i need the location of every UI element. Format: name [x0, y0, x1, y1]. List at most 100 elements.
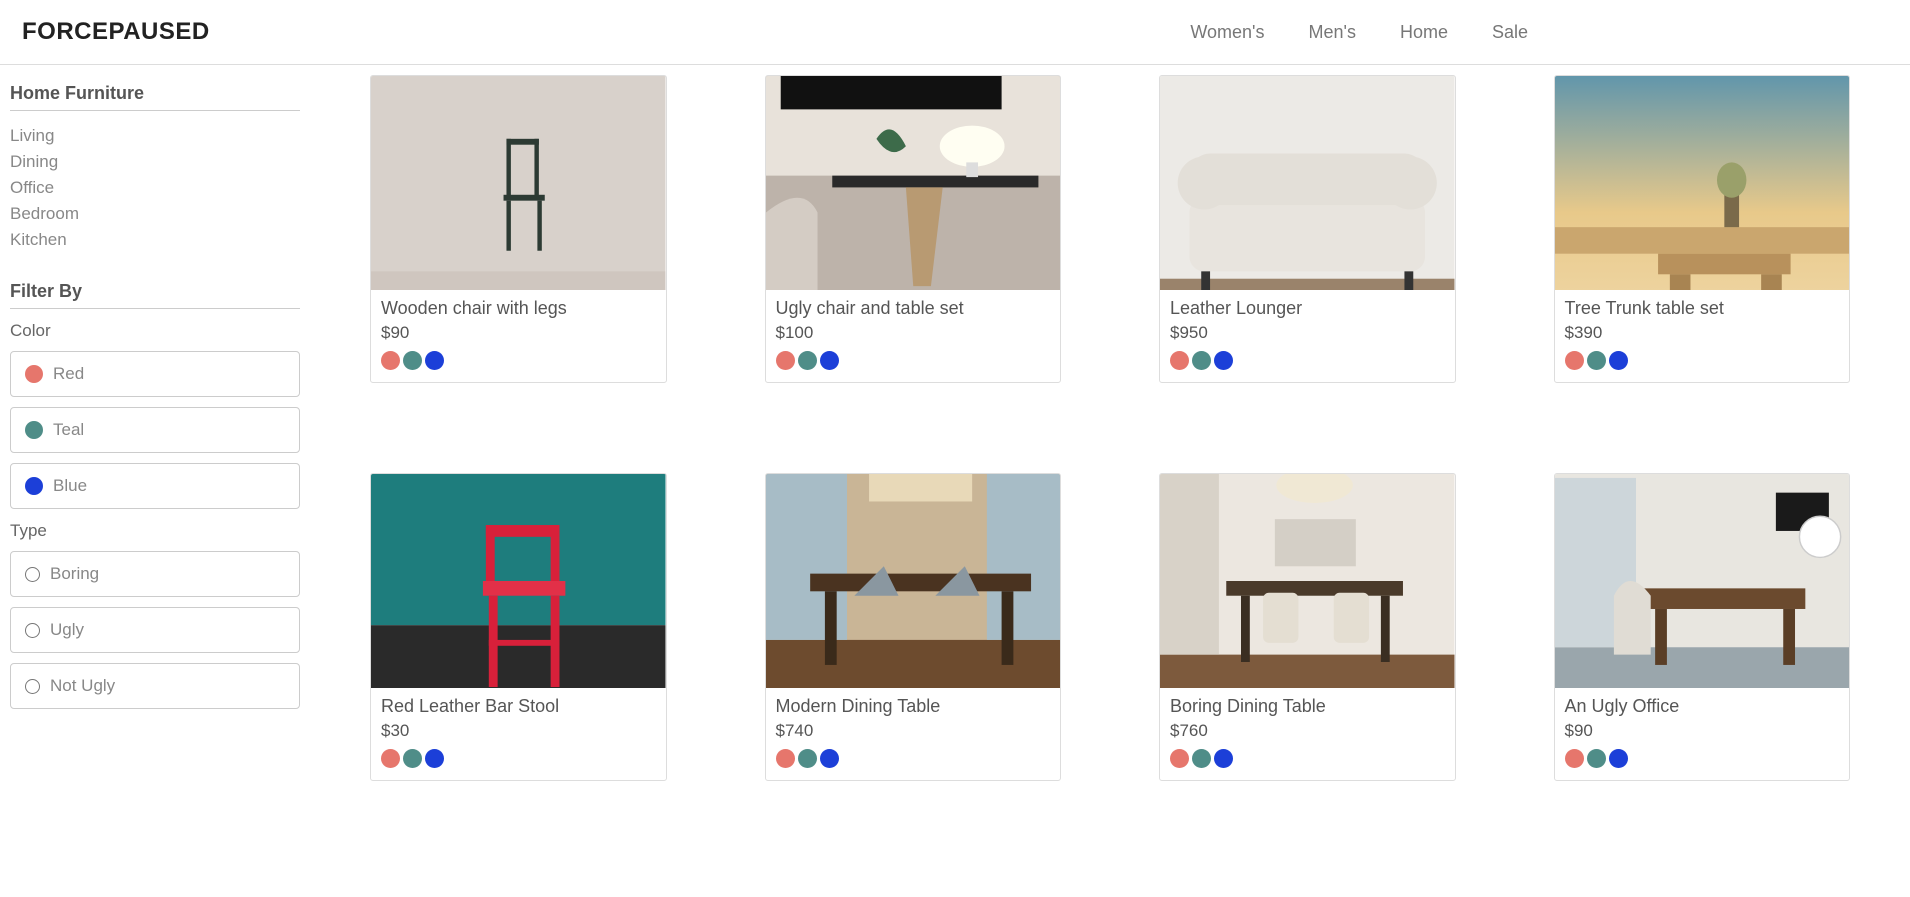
product-price: $740 — [776, 721, 1051, 741]
product-price: $100 — [776, 323, 1051, 343]
product-swatches — [776, 351, 1051, 370]
product-price: $760 — [1170, 721, 1445, 741]
category-bedroom[interactable]: Bedroom — [10, 201, 300, 227]
color-swatch[interactable] — [1609, 749, 1628, 768]
product-body: Modern Dining Table $740 — [766, 688, 1061, 780]
nav-link-sale[interactable]: Sale — [1492, 22, 1528, 43]
color-swatch[interactable] — [1214, 749, 1233, 768]
color-swatch[interactable] — [381, 351, 400, 370]
type-filter-boring[interactable]: Boring — [10, 551, 300, 597]
color-swatch[interactable] — [1192, 351, 1211, 370]
product-body: An Ugly Office $90 — [1555, 688, 1850, 780]
sidebar: Home Furniture Living Dining Office Bedr… — [0, 65, 310, 811]
product-swatches — [381, 749, 656, 768]
product-image — [1555, 76, 1850, 290]
color-swatch[interactable] — [820, 749, 839, 768]
color-swatch[interactable] — [425, 351, 444, 370]
product-title: Ugly chair and table set — [776, 298, 1051, 319]
color-swatch[interactable] — [1587, 351, 1606, 370]
color-swatch[interactable] — [403, 351, 422, 370]
color-filter-label: Blue — [53, 476, 87, 496]
color-swatch[interactable] — [1214, 351, 1233, 370]
product-price: $950 — [1170, 323, 1445, 343]
product-body: Wooden chair with legs $90 — [371, 290, 666, 382]
type-filter-label: Ugly — [50, 620, 84, 640]
color-filter-blue[interactable]: Blue — [10, 463, 300, 509]
color-swatch[interactable] — [820, 351, 839, 370]
category-dining[interactable]: Dining — [10, 149, 300, 175]
product-card[interactable]: Wooden chair with legs $90 — [370, 75, 667, 383]
product-title: An Ugly Office — [1565, 696, 1840, 717]
color-swatch[interactable] — [1609, 351, 1628, 370]
type-radio[interactable] — [25, 567, 40, 582]
product-body: Tree Trunk table set $390 — [1555, 290, 1850, 382]
product-card[interactable]: Tree Trunk table set $390 — [1554, 75, 1851, 383]
product-title: Tree Trunk table set — [1565, 298, 1840, 319]
color-filter-label: Teal — [53, 420, 84, 440]
product-image — [371, 474, 666, 688]
product-swatches — [1170, 749, 1445, 768]
color-filter-red[interactable]: Red — [10, 351, 300, 397]
color-swatch[interactable] — [1170, 351, 1189, 370]
product-price: $90 — [381, 323, 656, 343]
product-card[interactable]: Modern Dining Table $740 — [765, 473, 1062, 781]
color-swatch[interactable] — [798, 351, 817, 370]
type-filter-label: Not Ugly — [50, 676, 115, 696]
product-title: Modern Dining Table — [776, 696, 1051, 717]
product-card[interactable]: An Ugly Office $90 — [1554, 473, 1851, 781]
nav-link-mens[interactable]: Men's — [1309, 22, 1356, 43]
main-nav: Women's Men's Home Sale — [1190, 22, 1528, 43]
nav-link-home[interactable]: Home — [1400, 22, 1448, 43]
product-grid: Wooden chair with legs $90 Ugly chair and … — [370, 75, 1850, 781]
product-card[interactable]: Ugly chair and table set $100 — [765, 75, 1062, 383]
product-card[interactable]: Leather Lounger $950 — [1159, 75, 1456, 383]
color-swatch[interactable] — [776, 749, 795, 768]
product-image — [1160, 474, 1455, 688]
type-filter-ugly[interactable]: Ugly — [10, 607, 300, 653]
color-swatch[interactable] — [1587, 749, 1606, 768]
product-image — [766, 474, 1061, 688]
filter-type-label: Type — [10, 521, 300, 541]
color-filter-label: Red — [53, 364, 84, 384]
category-living[interactable]: Living — [10, 123, 300, 149]
product-body: Boring Dining Table $760 — [1160, 688, 1455, 780]
product-card[interactable]: Red Leather Bar Stool$30 — [370, 473, 667, 781]
color-swatch[interactable] — [1192, 749, 1211, 768]
type-filter-label: Boring — [50, 564, 99, 584]
color-swatch[interactable] — [776, 351, 795, 370]
color-swatch[interactable] — [1170, 749, 1189, 768]
product-body: Ugly chair and table set $100 — [766, 290, 1061, 382]
color-swatch[interactable] — [425, 749, 444, 768]
product-price: $390 — [1565, 323, 1840, 343]
product-body: Leather Lounger $950 — [1160, 290, 1455, 382]
product-price: $90 — [1565, 721, 1840, 741]
product-title: Leather Lounger — [1170, 298, 1445, 319]
product-image — [766, 76, 1061, 290]
category-kitchen[interactable]: Kitchen — [10, 227, 300, 253]
product-swatches — [1170, 351, 1445, 370]
swatch-icon — [25, 477, 43, 495]
color-filter-teal[interactable]: Teal — [10, 407, 300, 453]
filter-heading: Filter By — [10, 281, 300, 309]
type-radio[interactable] — [25, 679, 40, 694]
sidebar-heading: Home Furniture — [10, 83, 300, 111]
product-card[interactable]: Boring Dining Table $760 — [1159, 473, 1456, 781]
swatch-icon — [25, 365, 43, 383]
category-list: Living Dining Office Bedroom Kitchen — [10, 123, 300, 253]
color-swatch[interactable] — [1565, 749, 1584, 768]
color-swatch[interactable] — [403, 749, 422, 768]
product-swatches — [381, 351, 656, 370]
color-swatch[interactable] — [798, 749, 817, 768]
color-swatch[interactable] — [1565, 351, 1584, 370]
product-title: Wooden chair with legs — [381, 298, 656, 319]
swatch-icon — [25, 421, 43, 439]
color-swatch[interactable] — [381, 749, 400, 768]
category-office[interactable]: Office — [10, 175, 300, 201]
filter-color-label: Color — [10, 321, 300, 341]
product-title: Red Leather Bar Stool — [381, 696, 656, 717]
nav-link-womens[interactable]: Women's — [1190, 22, 1264, 43]
brand-logo[interactable]: FORCEPAUSED — [22, 18, 210, 46]
product-title: Boring Dining Table — [1170, 696, 1445, 717]
type-filter-not-ugly[interactable]: Not Ugly — [10, 663, 300, 709]
type-radio[interactable] — [25, 623, 40, 638]
